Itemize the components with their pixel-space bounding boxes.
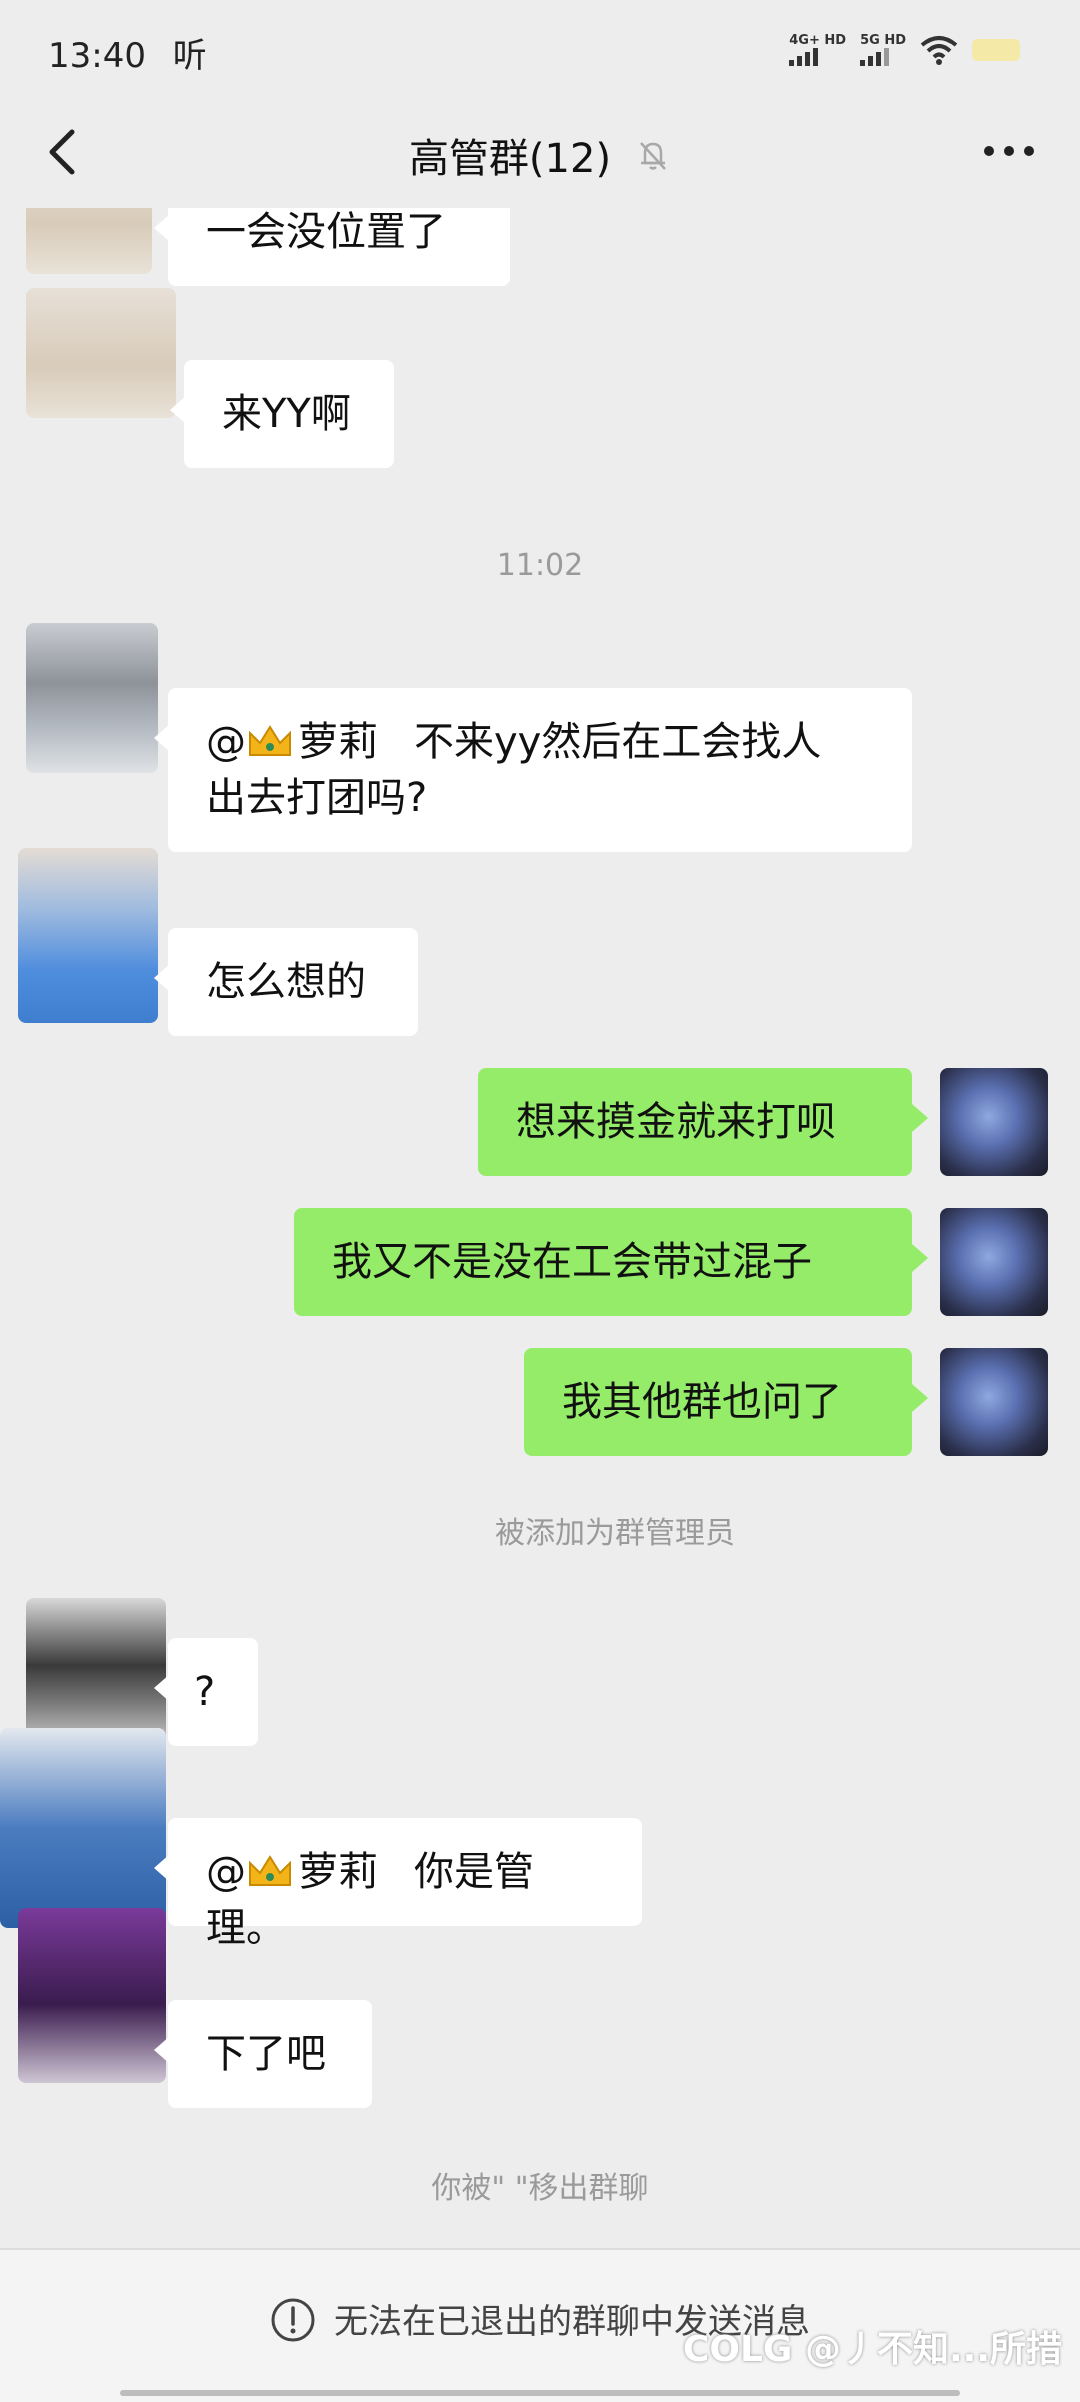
message-bubble[interactable]: ? (154, 1638, 258, 1746)
status-bar: 13:40 听 4G+ HD 5G HD (0, 0, 1080, 96)
message-bubble-self[interactable]: 我又不是没在工会带过混子 (294, 1208, 928, 1316)
message-text: 下了吧 (206, 2031, 326, 2077)
crown-icon (249, 1855, 291, 1886)
message-bubble[interactable]: 来YY啊 (170, 360, 394, 468)
chat-title: 高管群(12) (0, 126, 1080, 184)
signal-strength-icon: 5G HD (860, 34, 906, 66)
message-text: 出去打团吗? (206, 775, 428, 821)
mention-at: @ (206, 1849, 246, 1895)
group-name: 高管群(12) (408, 136, 612, 182)
message-bubble-self[interactable]: 想来摸金就来打呗 (478, 1068, 928, 1176)
avatar-self[interactable] (940, 1348, 1048, 1456)
message-text: 不来yy然后在工会找人 (414, 719, 822, 765)
avatar-self[interactable] (940, 1068, 1048, 1176)
gesture-bar[interactable] (120, 2390, 960, 2396)
system-notice: 你被" "移出群聊 (431, 2171, 649, 2206)
signal-strength-icon: 4G+ HD (789, 34, 846, 66)
avatar[interactable] (18, 1908, 166, 2083)
chat-header: 高管群(12) (0, 96, 1080, 208)
signal2-label: 5G HD (860, 33, 906, 48)
watermark: COLG @丿不知...所措 (682, 2329, 1062, 2370)
battery-icon (972, 39, 1020, 61)
wifi-icon (920, 36, 958, 65)
exclamation-circle-icon (271, 2298, 315, 2342)
message-list[interactable]: 一会没位置了 来YY啊 11:02 @ 萝莉 不来yy然后在工会找人 出去打团吗?… (0, 208, 1080, 2248)
mention-name: 萝莉 (298, 1849, 378, 1895)
message-bubble[interactable]: 下了吧 (154, 2000, 372, 2108)
clock-text: 13:40 (48, 36, 146, 76)
message-bubble[interactable]: @ 萝莉 你是管理。 (154, 1818, 642, 1951)
message-text: 我又不是没在工会带过混子 (332, 1239, 812, 1285)
avatar[interactable] (26, 288, 176, 418)
timestamp: 11:02 (496, 548, 584, 583)
message-text: 我其他群也问了 (562, 1379, 842, 1425)
bell-off-icon (640, 142, 666, 170)
crown-icon (249, 725, 291, 756)
more-dots-icon[interactable] (982, 144, 1036, 158)
message-text: 怎么想的 (206, 959, 366, 1005)
message-bubble-self[interactable]: 我其他群也问了 (524, 1348, 928, 1456)
message-bubble[interactable]: 一会没位置了 (154, 208, 510, 286)
message-text: 想来摸金就来打呗 (516, 1099, 836, 1145)
avatar[interactable] (0, 1728, 166, 1928)
signal1-label: 4G+ HD (789, 33, 847, 48)
message-bubble[interactable]: @ 萝莉 不来yy然后在工会找人 出去打团吗? (154, 688, 912, 852)
avatar[interactable] (26, 1598, 166, 1748)
message-text: 一会没位置了 (206, 209, 446, 255)
status-icons: 4G+ HD 5G HD (789, 30, 1020, 70)
status-time: 13:40 听 (48, 28, 207, 77)
message-text: ? (194, 1669, 216, 1715)
status-extra-text: 听 (172, 36, 207, 76)
message-text: 来YY啊 (222, 391, 351, 437)
avatar-self[interactable] (940, 1208, 1048, 1316)
mention-at: @ (206, 719, 246, 765)
mention-name: 萝莉 (298, 719, 378, 765)
message-bubble[interactable]: 怎么想的 (154, 928, 418, 1036)
system-notice: 被添加为群管理员 (495, 1516, 735, 1551)
avatar[interactable] (26, 623, 158, 773)
avatar[interactable] (26, 208, 152, 274)
avatar[interactable] (18, 848, 158, 1023)
